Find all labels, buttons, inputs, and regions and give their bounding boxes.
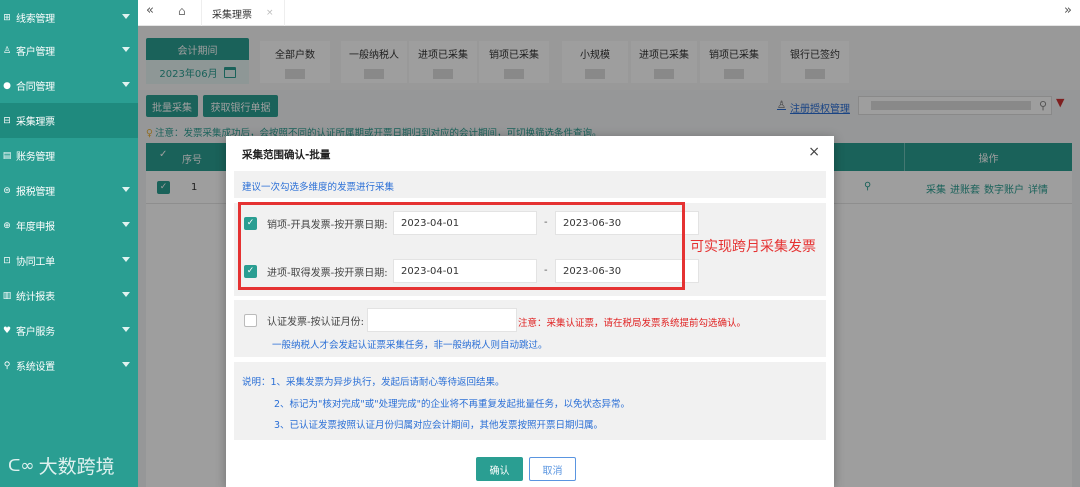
account-icon: ▤ [2, 150, 12, 161]
watermark-text: 大数跨境 [38, 456, 115, 478]
sidebar-item-label: 协同工单 [16, 257, 55, 268]
sidebar-item-workorder[interactable]: ⊡ 协同工单 [0, 243, 138, 278]
caret-down-icon [122, 257, 130, 262]
clue-icon: ⊞ [3, 12, 11, 23]
heart-icon: ♥ [2, 325, 12, 336]
sidebar-item-contracts[interactable]: ● 合同管理 [0, 68, 138, 103]
desc-line: 说明：1、采集发票为异步执行，发起后请耐心等待返回结果。 [242, 377, 505, 388]
customer-icon: ♙ [2, 45, 12, 56]
sidebar-item-leads[interactable]: ⊞ 线索管理 [0, 0, 138, 35]
close-icon[interactable]: × [808, 144, 820, 160]
tab-close-icon[interactable]: × [266, 8, 274, 18]
tax-icon: ⊜ [3, 185, 11, 196]
cert-row: 认证发票-按认证月份: [244, 310, 364, 330]
caret-down-icon [122, 14, 130, 19]
annotation-text: 可实现跨月采集发票 [690, 239, 816, 255]
caret-down-icon [122, 327, 130, 332]
cert-label: 认证发票-按认证月份: [267, 316, 364, 328]
tab-label: 采集理票 [212, 9, 252, 21]
collect-range-dialog: 采集范围确认-批量 × 建议一次勾选多维度的发票进行采集 ✓ 销项-开具发票-按… [226, 136, 834, 487]
tabs-prev-icon[interactable]: « [146, 3, 154, 18]
workorder-icon: ⊡ [3, 255, 11, 266]
confirm-button[interactable]: 确认 [476, 457, 523, 481]
caret-down-icon [122, 222, 130, 227]
cert-warning: 注意：采集认证票，请在税局发票系统提前勾选确认。 [518, 318, 747, 329]
sidebar-item-label: 统计报表 [16, 292, 55, 303]
sidebar-item-invoice-collect[interactable]: ⊟ 采集理票 [0, 103, 138, 138]
sidebar-item-reports[interactable]: ▥ 统计报表 [0, 278, 138, 313]
sidebar-item-label: 报税管理 [16, 187, 55, 198]
sidebar-item-label: 客户管理 [16, 47, 55, 58]
sidebar-item-accounts[interactable]: ▤ 账务管理 [0, 138, 138, 173]
tabs-next-icon[interactable]: » [1064, 3, 1072, 18]
caret-down-icon [122, 47, 130, 52]
sidebar-item-settings[interactable]: ⚲ 系统设置 [0, 348, 138, 383]
sidebar-item-customers[interactable]: ♙ 客户管理 [0, 33, 138, 68]
sidebar-item-service[interactable]: ♥ 客户服务 [0, 313, 138, 348]
watermark-logo-icon: ᑕ∞ [8, 455, 35, 476]
sidebar-item-label: 客户服务 [16, 327, 55, 338]
sidebar-item-label: 合同管理 [16, 82, 55, 93]
caret-down-icon [122, 187, 130, 192]
home-icon[interactable]: ⌂ [178, 4, 186, 18]
cert-note: 一般纳税人才会发起认证票采集任务，非一般纳税人则自动跳过。 [272, 340, 548, 351]
sidebar-item-label: 系统设置 [16, 362, 55, 373]
caret-down-icon [122, 362, 130, 367]
cert-month-input[interactable] [367, 308, 517, 332]
invoice-icon: ⊟ [3, 115, 11, 126]
caret-down-icon [122, 292, 130, 297]
sidebar-item-label: 采集理票 [16, 117, 55, 128]
sidebar-item-label: 年度申报 [16, 222, 55, 233]
cancel-button[interactable]: 取消 [529, 457, 576, 481]
chart-icon: ▥ [2, 290, 12, 301]
contract-icon: ● [3, 80, 11, 91]
sidebar-item-label: 线索管理 [16, 14, 55, 25]
annual-icon: ⊕ [3, 220, 11, 231]
cert-section: 认证发票-按认证月份: 注意：采集认证票，请在税局发票系统提前勾选确认。 一般纳… [234, 300, 826, 357]
dialog-title: 采集范围确认-批量 [242, 149, 331, 161]
description-section: 说明：1、采集发票为异步执行，发起后请耐心等待返回结果。 2、标记为"核对完成"… [234, 362, 826, 440]
sidebar-item-tax[interactable]: ⊜ 报税管理 [0, 173, 138, 208]
dialog-hint: 建议一次勾选多维度的发票进行采集 [234, 171, 826, 198]
sidebar-item-label: 账务管理 [16, 152, 55, 163]
cert-checkbox[interactable] [244, 313, 257, 327]
caret-down-icon [122, 82, 130, 87]
tab-invoice-collect[interactable]: 采集理票 × [201, 0, 285, 26]
sidebar: ⊞ 线索管理 ♙ 客户管理 ● 合同管理 ⊟ 采集理票 ▤ 账务管理 ⊜ 报税管… [0, 0, 138, 487]
watermark: ᑕ∞ 大数跨境 [8, 452, 115, 479]
sidebar-item-annual[interactable]: ⊕ 年度申报 [0, 208, 138, 243]
annotation-highlight-box [238, 202, 685, 290]
settings-icon: ⚲ [3, 360, 11, 371]
tab-bar: « ⌂ 采集理票 × » [138, 0, 1080, 26]
desc-line: 2、标记为"核对完成"或"处理完成"的企业将不再重复发起批量任务，以免状态异常。 [274, 399, 631, 410]
desc-line: 3、已认证发票按照认证月份归属对应会计期间，其他发票按照开票日期归属。 [274, 420, 604, 431]
